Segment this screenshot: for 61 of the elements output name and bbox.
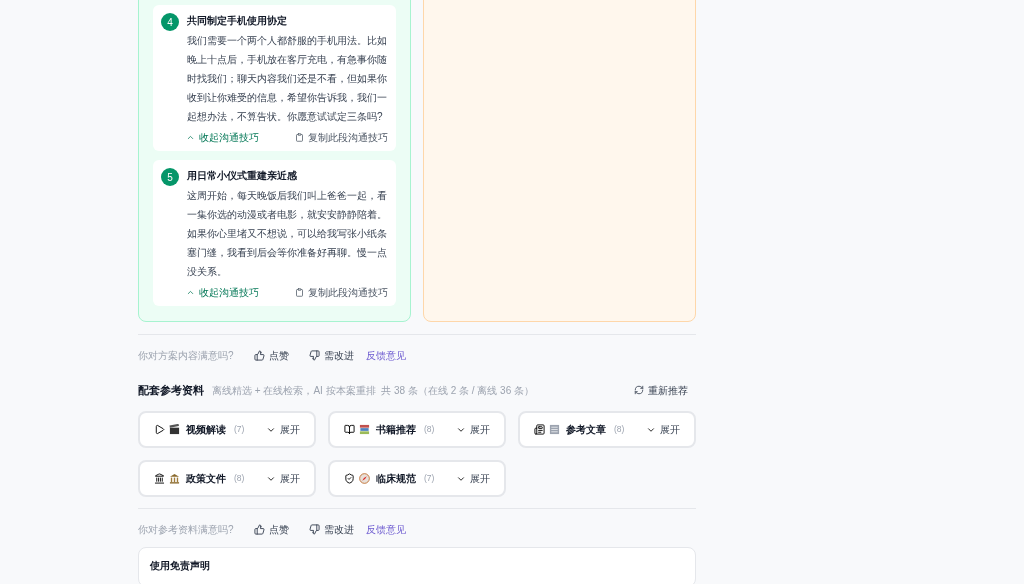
tip-title: 共同制定手机使用协定 xyxy=(187,14,288,28)
category-card[interactable]: 参考文章 (8) 展开 xyxy=(518,411,696,448)
newspaper-icon xyxy=(549,424,560,435)
expand-label: 展开 xyxy=(280,472,300,486)
chevron-up-icon xyxy=(186,133,195,142)
section-title: 配套参考资料 xyxy=(138,382,204,398)
expand-label: 展开 xyxy=(280,423,300,437)
category-card[interactable]: 视频解读 (7) 展开 xyxy=(138,411,316,448)
chevron-up-icon xyxy=(186,288,195,297)
category-label: 临床规范 xyxy=(376,472,416,486)
like-button[interactable]: 点赞 xyxy=(253,347,289,363)
copy-button[interactable]: 复制此段沟通技巧 xyxy=(295,285,388,300)
section-subtitle: 离线精选 + 在线检索，AI 按本案重排 共 38 条（在线 2 条 / 离线 36 条） xyxy=(212,383,534,398)
improve-button[interactable]: 需改进 xyxy=(308,521,354,537)
tip-text: 我们需要一个两个人都舒服的手机用法。比如晚上十点后，手机放在客厅充电，有急事你随时找我们；聊天内容我们还是不看，但如果你收到让你难受的信息，希望你告诉我，我们一起想办法，不算告状。你愿意试试定三条吗? xyxy=(187,34,388,124)
category-count: (8) xyxy=(234,472,245,485)
classical-building-icon xyxy=(169,473,180,484)
expand-label: 展开 xyxy=(470,472,490,486)
refresh-icon xyxy=(634,385,644,395)
step-number: 5 xyxy=(161,168,179,186)
thumbs-down-icon xyxy=(308,349,320,361)
thumbs-up-icon xyxy=(253,349,265,361)
book-icon xyxy=(344,424,355,435)
like-button[interactable]: 点赞 xyxy=(253,521,289,537)
collapse-button[interactable]: 收起沟通技巧 xyxy=(186,285,259,300)
feedback-question: 你对参考资料满意吗? xyxy=(138,522,234,537)
expand-label: 展开 xyxy=(660,423,680,437)
compass-icon xyxy=(359,473,370,484)
copy-button[interactable]: 复制此段沟通技巧 xyxy=(295,130,388,145)
category-label: 书籍推荐 xyxy=(376,423,416,437)
category-label: 政策文件 xyxy=(186,472,226,486)
newspaper-icon xyxy=(534,424,545,435)
collapse-button[interactable]: 收起沟通技巧 xyxy=(186,130,259,145)
expand-label: 展开 xyxy=(470,423,490,437)
thumbs-up-icon xyxy=(253,523,265,535)
disclaimer-title: 使用免责声明 xyxy=(150,560,210,571)
category-count: (7) xyxy=(424,472,435,485)
category-label: 视频解读 xyxy=(186,423,226,437)
step-number: 4 xyxy=(161,13,179,31)
category-card[interactable]: 政策文件 (8) 展开 xyxy=(138,460,316,497)
category-count: (8) xyxy=(424,423,435,436)
category-card[interactable]: 临床规范 (7) 展开 xyxy=(328,460,506,497)
feedback-link[interactable]: 反馈意见 xyxy=(365,521,406,537)
category-label: 参考文章 xyxy=(566,423,606,437)
category-count: (8) xyxy=(614,423,625,436)
thumbs-down-icon xyxy=(308,523,320,535)
clipboard-icon xyxy=(295,133,304,142)
tip-title: 用日常小仪式重建亲近感 xyxy=(187,169,298,183)
clipboard-icon xyxy=(295,288,304,297)
feedback-link[interactable]: 反馈意见 xyxy=(365,347,406,363)
books-icon xyxy=(359,424,370,435)
improve-button[interactable]: 需改进 xyxy=(308,347,354,363)
tip-text: 这周开始，每天晚饭后我们叫上爸爸一起，看一集你选的动漫或者电影，就安安静静陪着。如果你心里堵又不想说，可以给我写张小纸条塞门缝，我看到后会等你准备好再聊。慢一点没关系。 xyxy=(187,189,388,279)
category-card[interactable]: 书籍推荐 (8) 展开 xyxy=(328,411,506,448)
play-icon xyxy=(154,424,165,435)
clapperboard-icon xyxy=(169,424,180,435)
building-icon xyxy=(154,473,165,484)
category-count: (7) xyxy=(234,423,245,436)
refresh-button[interactable]: 重新推荐 xyxy=(634,382,688,398)
feedback-question: 你对方案内容满意吗? xyxy=(138,348,234,363)
shield-icon xyxy=(344,473,355,484)
